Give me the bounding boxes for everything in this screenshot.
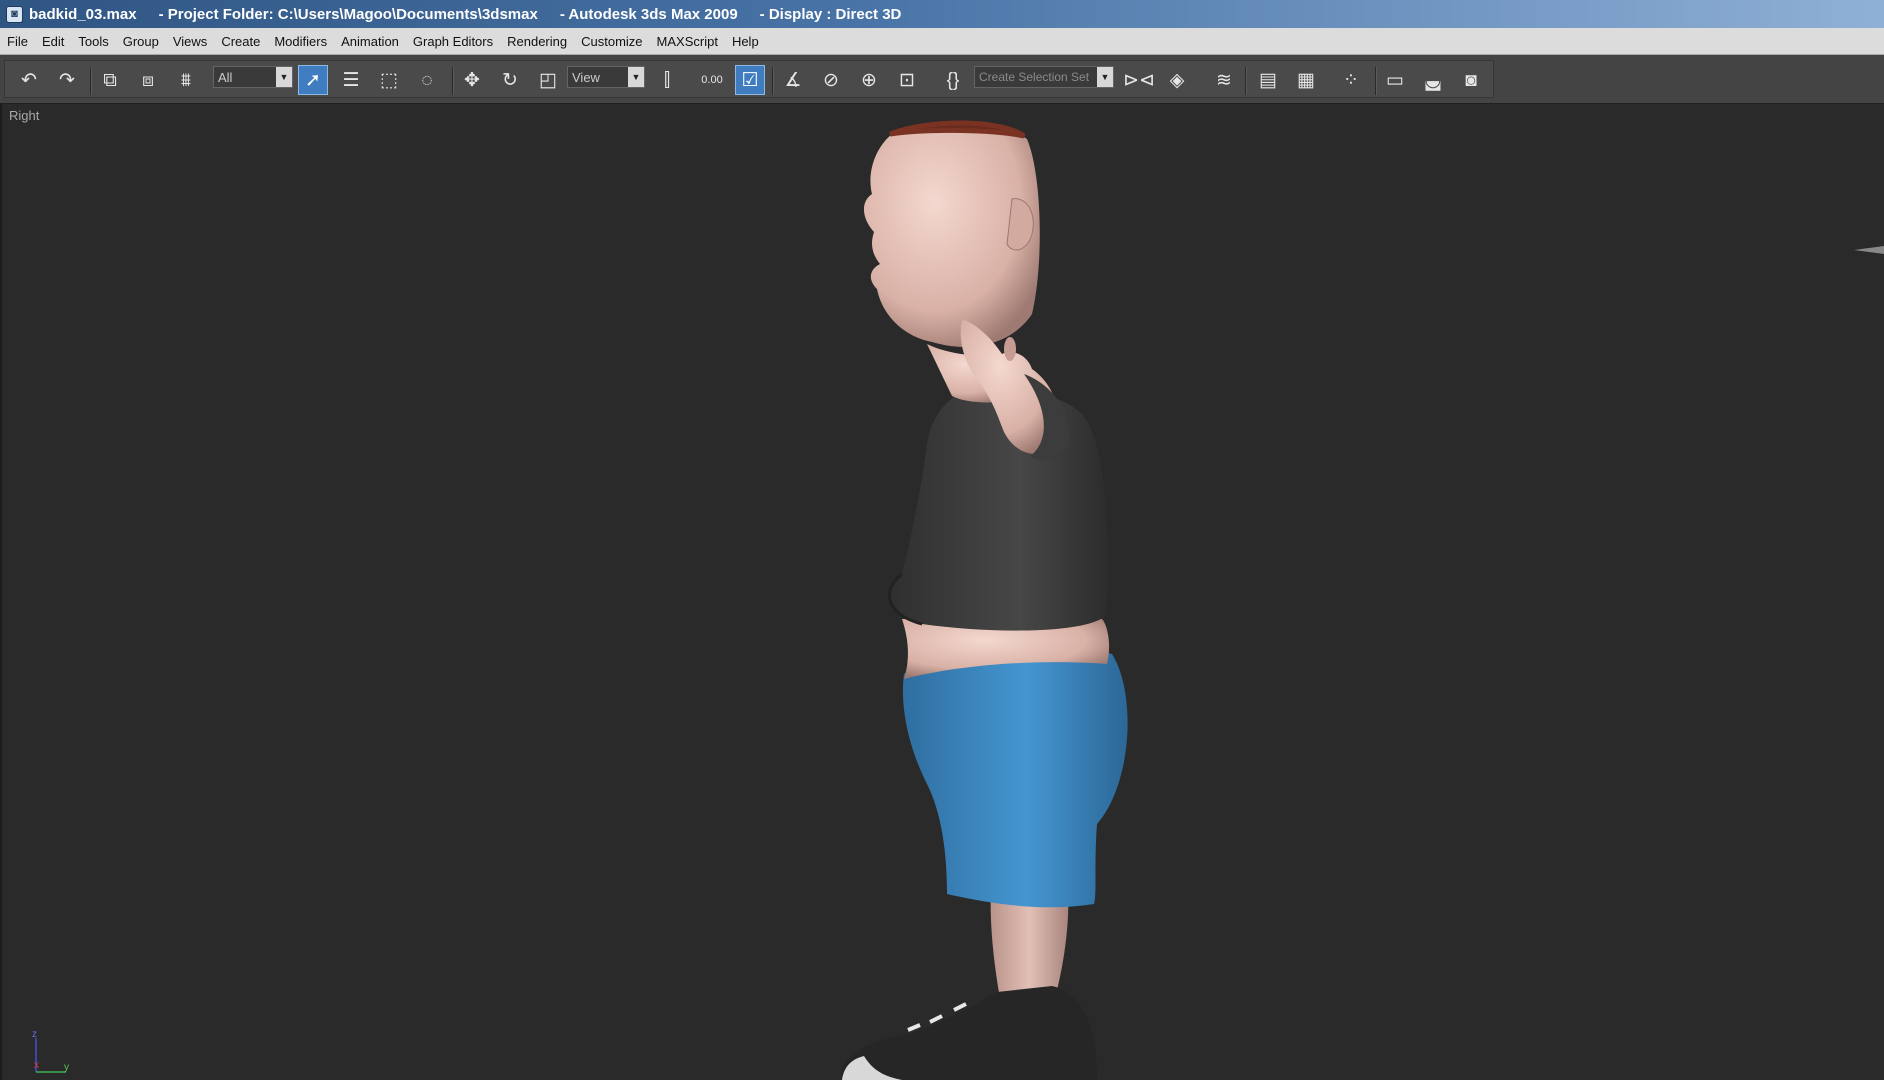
- menu-tools[interactable]: Tools: [71, 34, 115, 49]
- offscreen-object: [1854, 246, 1884, 254]
- percent-snap-icon[interactable]: ⊘: [816, 65, 846, 95]
- toolbar-separator: [772, 67, 774, 95]
- character-model[interactable]: [2, 104, 1884, 1080]
- shoe: [841, 986, 1097, 1080]
- mirror-icon[interactable]: ⊳⊲: [1123, 65, 1155, 95]
- window-title-file: badkid_03.max: [29, 5, 137, 23]
- window-crossing-icon[interactable]: ◌: [412, 65, 442, 95]
- selection-filter-value: All: [218, 69, 233, 85]
- menu-views[interactable]: Views: [166, 34, 214, 49]
- select-by-name-icon[interactable]: ☰: [336, 65, 366, 95]
- axis-tripod: z x y: [32, 1029, 69, 1073]
- shirt: [889, 387, 1108, 631]
- axis-x-label: x: [34, 1060, 39, 1071]
- material-editor-icon[interactable]: ⁘: [1336, 65, 1366, 95]
- toolbar-separator: [452, 67, 454, 95]
- selection-filter-dropdown[interactable]: All ▼: [213, 66, 293, 88]
- title-bar: ◙ badkid_03.max - Project Folder: C:\Use…: [0, 0, 1884, 28]
- keyboard-shortcut-override-icon[interactable]: 0.00: [697, 65, 727, 95]
- pivot-center-icon[interactable]: ⫿: [652, 65, 682, 95]
- menu-modifiers[interactable]: Modifiers: [267, 34, 334, 49]
- rendered-frame-window-icon[interactable]: ◛: [1418, 65, 1448, 95]
- undo-icon[interactable]: ↶: [14, 65, 44, 95]
- menu-animation[interactable]: Animation: [334, 34, 406, 49]
- axis-z-label: z: [32, 1029, 37, 1040]
- chevron-down-icon[interactable]: ▼: [1097, 67, 1113, 87]
- viewport-right[interactable]: Right z x y: [0, 104, 1884, 1080]
- menu-group[interactable]: Group: [116, 34, 166, 49]
- curve-editor-icon[interactable]: ▤: [1253, 65, 1283, 95]
- menu-bar: File Edit Tools Group Views Create Modif…: [0, 28, 1884, 55]
- edit-named-selection-icon[interactable]: ⊡: [892, 65, 922, 95]
- menu-create[interactable]: Create: [214, 34, 267, 49]
- spinner-snap-icon[interactable]: ⊕: [854, 65, 884, 95]
- redo-icon[interactable]: ↷: [52, 65, 82, 95]
- menu-edit[interactable]: Edit: [35, 34, 71, 49]
- select-and-link-icon[interactable]: ⧉: [95, 65, 125, 95]
- menu-customize[interactable]: Customize: [574, 34, 649, 49]
- curly-braces-icon[interactable]: {}: [938, 65, 968, 95]
- toolbar-separator: [90, 67, 92, 95]
- layer-manager-icon[interactable]: ≋: [1209, 65, 1239, 95]
- spinner-snap-value: 0.00: [701, 73, 723, 86]
- menu-graph-editors[interactable]: Graph Editors: [406, 34, 500, 49]
- window-title-app: - Autodesk 3ds Max 2009: [559, 5, 738, 23]
- quick-render-icon[interactable]: ◙: [1456, 65, 1486, 95]
- toolbar-separator: [1375, 67, 1377, 95]
- reference-coordinate-value: View: [572, 69, 600, 85]
- named-selection-sets-value: Create Selection Set: [979, 70, 1090, 84]
- window-title-display: - Display : Direct 3D: [759, 5, 902, 23]
- named-selection-sets-dropdown[interactable]: Create Selection Set ▼: [974, 66, 1114, 88]
- snaps-toggle-icon[interactable]: ☑: [735, 65, 765, 95]
- 3ds-max-app-icon[interactable]: ◙: [6, 5, 23, 23]
- shorts: [902, 645, 1128, 908]
- menu-file[interactable]: File: [0, 34, 35, 49]
- rectangular-selection-icon[interactable]: ⬚: [374, 65, 404, 95]
- schematic-view-icon[interactable]: ▦: [1291, 65, 1321, 95]
- move-icon[interactable]: ✥: [457, 65, 487, 95]
- select-object-icon[interactable]: ➚: [298, 65, 328, 95]
- angle-snap-icon[interactable]: ∡: [778, 65, 808, 95]
- reference-coordinate-dropdown[interactable]: View ▼: [567, 66, 645, 88]
- align-icon[interactable]: ◈: [1162, 65, 1192, 95]
- menu-help[interactable]: Help: [725, 34, 766, 49]
- main-toolbar: ↶ ↷ ⧉ ⧈ ⩩ All ▼ ➚ ☰ ⬚ ◌ ✥ ↻ ◰ View ▼ ⫿ 0…: [0, 55, 1884, 104]
- chevron-down-icon[interactable]: ▼: [276, 67, 292, 87]
- unlink-selection-icon[interactable]: ⧈: [133, 65, 163, 95]
- render-setup-icon[interactable]: ▭: [1380, 65, 1410, 95]
- window-title-project: - Project Folder: C:\Users\Magoo\Documen…: [158, 5, 538, 23]
- bind-to-space-warp-icon[interactable]: ⩩: [171, 65, 201, 95]
- rotate-icon[interactable]: ↻: [495, 65, 525, 95]
- axis-y-label: y: [64, 1062, 69, 1073]
- menu-maxscript[interactable]: MAXScript: [650, 34, 725, 49]
- scale-icon[interactable]: ◰: [533, 65, 563, 95]
- chevron-down-icon[interactable]: ▼: [628, 67, 644, 87]
- toolbar-separator: [1245, 67, 1247, 95]
- menu-rendering[interactable]: Rendering: [500, 34, 574, 49]
